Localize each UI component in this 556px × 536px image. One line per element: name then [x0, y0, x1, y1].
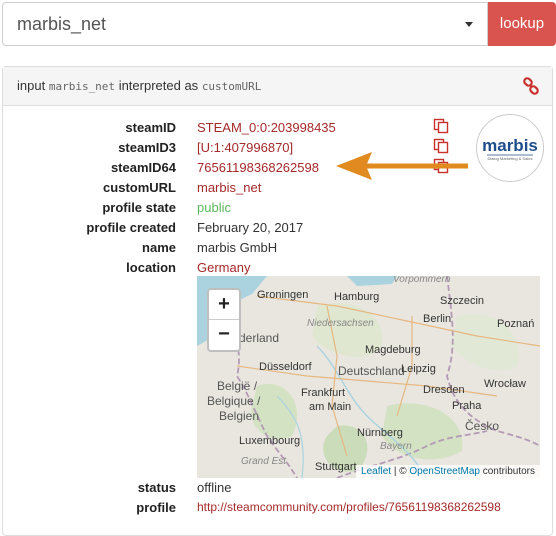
lookup-button[interactable]: lookup: [488, 2, 556, 46]
map-label-bayern: Bayern: [380, 441, 412, 452]
map-label-praha: Praha: [452, 400, 482, 412]
value-steamid[interactable]: STEAM_0:0:203998435: [197, 120, 336, 135]
link-icon[interactable]: [522, 77, 540, 95]
map-label-dusseldorf: Düsseldorf: [259, 361, 312, 373]
panel-header: input marbis_net interpreted as customUR…: [3, 67, 552, 106]
label-steamid: steamID: [125, 120, 176, 135]
map-attribution: Leaflet | © OpenStreetMap contributors: [356, 465, 540, 478]
label-profile-created: profile created: [86, 220, 176, 235]
map-label-nederland: derland: [239, 331, 280, 345]
map-label-cesko: Česko: [465, 419, 500, 433]
logo-tagline: Dialog Marketing & Sales: [488, 156, 533, 161]
label-name: name: [142, 240, 176, 255]
value-profile-state: public: [197, 200, 231, 215]
map-label-vorpommern: Vorpommern: [393, 276, 451, 285]
map-label-groningen: Groningen: [257, 289, 309, 301]
leaflet-link[interactable]: Leaflet: [361, 466, 391, 477]
header-middle: interpreted as: [118, 78, 199, 93]
value-profile-created: February 20, 2017: [197, 220, 304, 235]
map-label-luxembourg: Luxembourg: [239, 435, 301, 447]
map-label-leipzig: Leipzig: [401, 363, 436, 375]
attribution-separator: | ©: [393, 466, 407, 477]
label-steamid64: steamID64: [110, 160, 176, 175]
caret-down-icon: [465, 22, 473, 27]
map-label-dresden: Dresden: [423, 384, 465, 396]
label-profile-state: profile state: [102, 200, 176, 215]
map-label-hamburg: Hamburg: [334, 291, 380, 303]
map-label-niedersachsen: Niedersachsen: [307, 318, 374, 329]
value-location[interactable]: Germany: [197, 260, 250, 275]
openstreetmap-link[interactable]: OpenStreetMap: [409, 466, 480, 477]
map-label-deutschland: Deutschland: [338, 364, 405, 378]
zoom-out-button[interactable]: −: [209, 320, 239, 349]
label-status: status: [137, 480, 176, 495]
map-label-magdeburg: Magdeburg: [365, 344, 421, 356]
value-steamid64[interactable]: 76561198368262598: [197, 160, 319, 175]
map-label-grandest: Grand Est: [241, 456, 287, 467]
zoom-in-button[interactable]: +: [209, 290, 239, 320]
header-input-value: marbis_net: [48, 80, 116, 93]
value-customurl[interactable]: marbis_net: [197, 180, 261, 195]
map-label-szczecin: Szczecin: [440, 295, 485, 307]
zoom-control: + −: [207, 288, 241, 352]
value-profile-url[interactable]: http://steamcommunity.com/profiles/76561…: [197, 500, 501, 514]
map-label-belgique: Belgique /: [207, 394, 261, 408]
value-name: marbis GmbH: [197, 240, 278, 255]
label-customurl: customURL: [103, 180, 176, 195]
map-label-berlin: Berlin: [423, 313, 452, 325]
header-type: customURL: [201, 80, 262, 93]
avatar: marbis Dialog Marketing & Sales: [476, 114, 544, 182]
dropdown-button[interactable]: [451, 2, 488, 46]
search-input[interactable]: [2, 2, 452, 46]
annotation-arrow: [336, 152, 468, 180]
map-label-frankfurt: Frankfurt: [301, 387, 346, 399]
value-status: offline: [197, 480, 232, 495]
copy-steamid-icon[interactable]: [433, 118, 449, 134]
value-steamid3[interactable]: [U:1:407996870]: [197, 140, 293, 155]
map-label-stuttgart: Stuttgart: [315, 461, 357, 473]
label-profile: profile: [136, 500, 176, 515]
map-label-belgien: Belgien: [219, 409, 260, 423]
label-location: location: [126, 260, 176, 275]
logo-text: marbis: [482, 136, 538, 155]
map-label-wroclaw: Wrocław: [484, 378, 526, 390]
map-label-poznan: Poznań: [497, 318, 535, 330]
location-map[interactable]: Vorpommern Groningen Hamburg Szczecin Ni…: [197, 276, 540, 478]
header-prefix: input: [17, 78, 46, 93]
map-label-belgie: België /: [217, 379, 258, 393]
map-label-nurnberg: Nürnberg: [357, 427, 403, 439]
label-steamid3: steamID3: [118, 140, 176, 155]
attribution-tail: contributors: [482, 466, 535, 477]
map-label-frankfurt-2: am Main: [309, 401, 352, 413]
marbis-logo: marbis Dialog Marketing & Sales: [482, 136, 538, 161]
